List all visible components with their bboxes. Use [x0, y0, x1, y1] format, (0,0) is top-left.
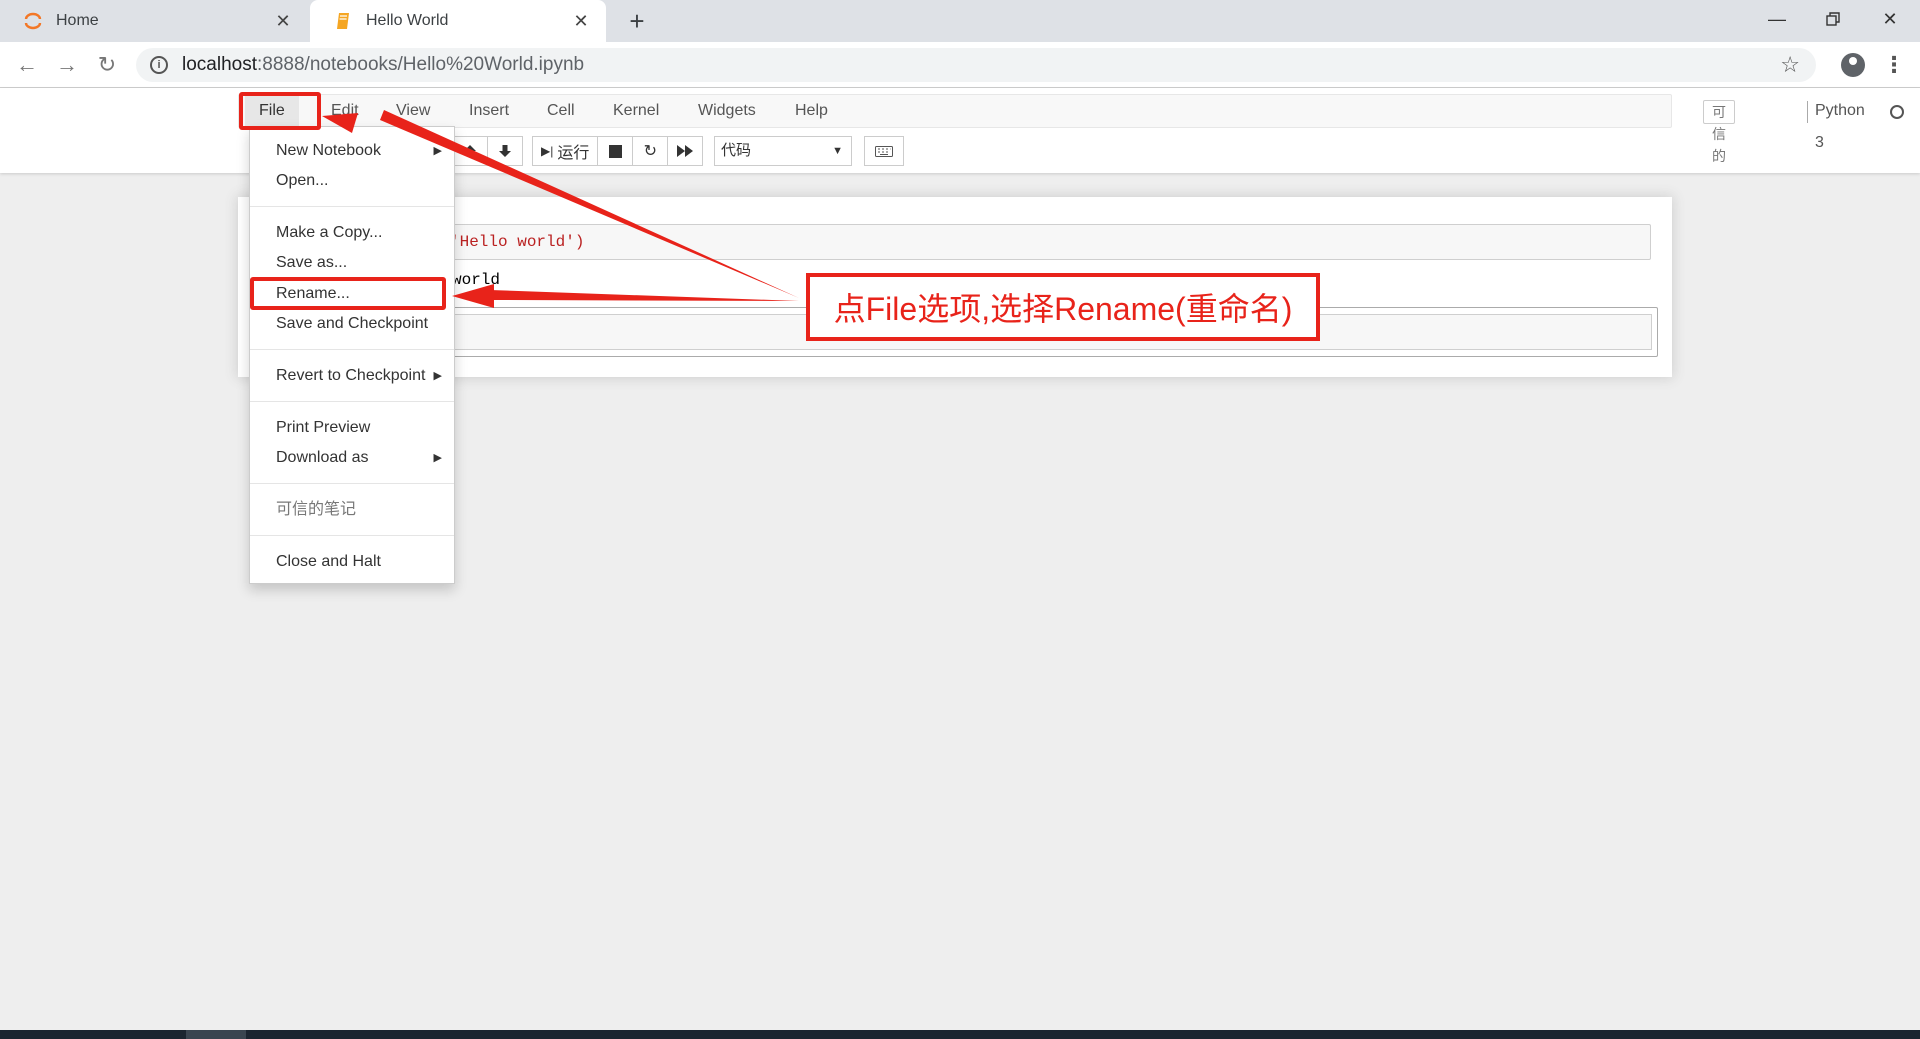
forward-icon[interactable]: →: [52, 50, 82, 80]
code-text: 'Hello world'): [450, 233, 585, 251]
kernel-idle-icon: [1890, 105, 1904, 119]
reload-icon[interactable]: ↻: [92, 50, 122, 80]
back-icon[interactable]: ←: [12, 50, 42, 80]
submenu-arrow-icon: ▶: [433, 145, 442, 157]
tab-strip: Home ✕ Hello World ✕ + — ✕: [0, 0, 1920, 42]
address-bar[interactable]: i localhost:8888/notebooks/Hello%20World…: [136, 48, 1816, 82]
os-taskbar: [0, 1030, 1920, 1039]
stop-icon[interactable]: [597, 136, 634, 166]
restore-icon[interactable]: [1805, 0, 1861, 38]
menubar: File Edit View Insert Cell Kernel Widget…: [238, 94, 1904, 164]
url-host: localhost: [182, 54, 257, 75]
step-forward-icon: ▶|: [541, 144, 554, 158]
menu-kernel[interactable]: Kernel: [599, 95, 673, 127]
menu-insert[interactable]: Insert: [455, 95, 523, 127]
close-icon[interactable]: ✕: [570, 10, 592, 32]
code-input-area[interactable]: [445, 224, 1651, 260]
submenu-arrow-icon: ▶: [433, 370, 442, 382]
cell-type-value: 代码: [721, 142, 752, 159]
menu-item-open[interactable]: Open...: [250, 167, 454, 195]
move-up-icon[interactable]: [452, 136, 488, 166]
menu-item-revert-checkpoint[interactable]: Revert to Checkpoint ▶: [250, 362, 454, 390]
menu-widgets[interactable]: Widgets: [684, 95, 770, 127]
new-tab-button[interactable]: +: [622, 6, 652, 36]
notebook-icon: [332, 10, 354, 32]
divider: [1807, 101, 1808, 123]
divider: [250, 535, 454, 536]
close-window-icon[interactable]: ✕: [1862, 0, 1918, 38]
browser-menu-icon[interactable]: ⋮: [1883, 50, 1905, 80]
cell-type-select[interactable]: 代码 ▼: [714, 136, 852, 166]
url-path: :8888/notebooks/Hello%20World.ipynb: [257, 54, 585, 75]
minimize-icon[interactable]: —: [1749, 0, 1805, 38]
move-down-icon[interactable]: [487, 136, 523, 166]
trusted-badge[interactable]: 可信的: [1703, 100, 1735, 164]
kernel-name: Python 3: [1815, 102, 1865, 151]
menu-item-save-checkpoint[interactable]: Save and Checkpoint: [250, 310, 454, 338]
fast-forward-icon[interactable]: [667, 136, 704, 166]
menu-item-new-notebook[interactable]: New Notebook ▶: [250, 137, 454, 165]
menu-file[interactable]: File: [245, 95, 299, 127]
divider: [250, 483, 454, 484]
menu-item-print-preview[interactable]: Print Preview: [250, 414, 454, 442]
close-icon[interactable]: ✕: [272, 10, 294, 32]
menu-item-download-as[interactable]: Download as ▶: [250, 444, 454, 472]
menu-cell[interactable]: Cell: [533, 95, 589, 127]
taskbar-item[interactable]: [186, 1030, 246, 1039]
menu-item-trusted-notebook: 可信的笔记: [276, 501, 357, 518]
submenu-arrow-icon: ▶: [433, 452, 442, 464]
jupyter-logo-icon: [22, 10, 44, 32]
menu-edit[interactable]: Edit: [317, 95, 373, 127]
file-menu-dropdown: New Notebook ▶ Open... Make a Copy... Sav…: [249, 126, 455, 584]
run-button[interactable]: ▶| 运行: [532, 136, 599, 166]
menu-item-make-copy[interactable]: Make a Copy...: [250, 219, 454, 247]
menu-item-rename[interactable]: Rename...: [250, 280, 454, 308]
bookmark-star-icon[interactable]: ☆: [1780, 52, 1800, 78]
menu-item-save-as[interactable]: Save as...: [250, 249, 454, 277]
output-text: world: [452, 271, 501, 289]
info-icon[interactable]: i: [150, 56, 168, 74]
browser-toolbar: ← → ↻ i localhost:8888/notebooks/Hello%2…: [0, 42, 1920, 88]
menu-help[interactable]: Help: [781, 95, 842, 127]
run-label: 运行: [557, 145, 590, 162]
restart-icon[interactable]: ↻: [632, 136, 669, 166]
run-group: ▶| 运行 ↻: [532, 136, 704, 166]
divider: [250, 401, 454, 402]
menu-view[interactable]: View: [382, 95, 444, 127]
keyboard-icon[interactable]: [864, 136, 904, 166]
tab-hello-world[interactable]: Hello World ✕: [310, 0, 606, 42]
tab-home[interactable]: Home ✕: [0, 0, 308, 42]
tab-title: Hello World: [366, 12, 449, 29]
caret-down-icon: ▼: [832, 145, 843, 157]
tab-title: Home: [56, 12, 99, 29]
profile-avatar-icon[interactable]: [1841, 53, 1865, 77]
instruction-callout: 点File选项,选择Rename(重命名): [806, 273, 1320, 341]
divider: [250, 206, 454, 207]
cell-move-group: [452, 136, 523, 166]
menu-item-close-halt[interactable]: Close and Halt: [250, 548, 454, 576]
divider: [250, 349, 454, 350]
